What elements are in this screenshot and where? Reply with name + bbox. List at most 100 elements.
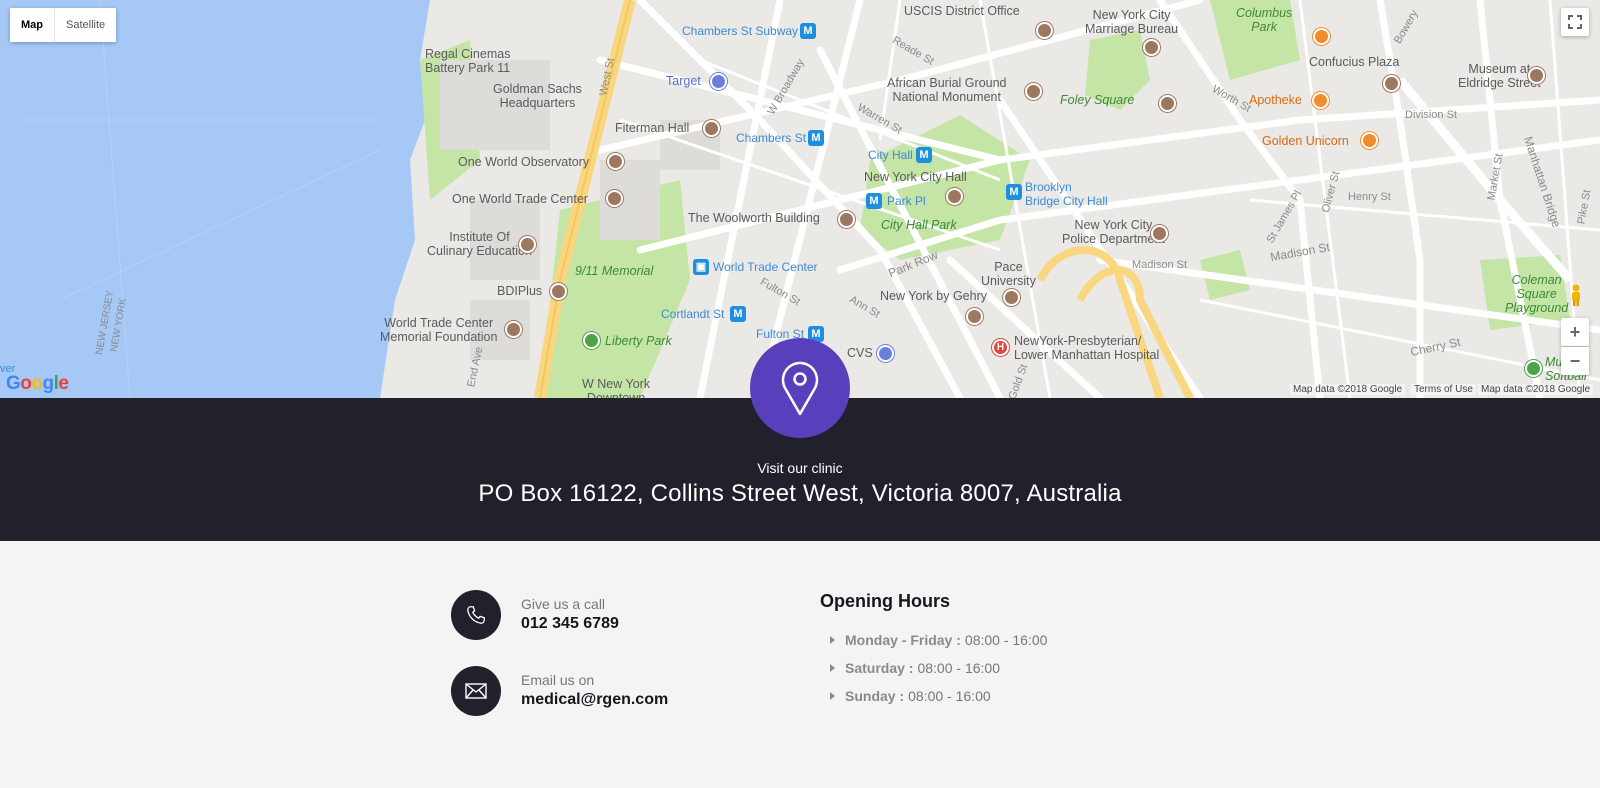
place-pin-icon bbox=[1143, 39, 1160, 56]
map-label-presbyterian: NewYork-Presbyterian/Lower Manhattan Hos… bbox=[1014, 334, 1160, 362]
map-label-foley: Foley Square bbox=[1060, 93, 1135, 107]
map-label-confucius: Confucius Plaza bbox=[1309, 55, 1400, 69]
hours-time: 08:00 - 16:00 bbox=[917, 660, 1000, 676]
bar-pin-icon bbox=[1312, 92, 1329, 109]
map-label-division-st: Division St bbox=[1405, 109, 1457, 121]
target-pin-icon bbox=[710, 73, 727, 90]
email-address[interactable]: medical@rgen.com bbox=[521, 689, 668, 711]
landmark-pin-icon bbox=[838, 211, 855, 228]
caret-right-icon bbox=[830, 692, 835, 700]
museum-pin-icon bbox=[1528, 67, 1545, 84]
school-pin-icon bbox=[519, 236, 536, 253]
map-label-gehry: New York by Gehry bbox=[880, 289, 987, 303]
map-label-wtc-metro: World Trade Center bbox=[713, 260, 818, 274]
map-label-city-hall-metro: City Hall bbox=[868, 148, 913, 162]
contact-section: Give us a call 012 345 6789 Email us on … bbox=[0, 541, 1600, 788]
map-label-chambers-subway: Chambers St Subway bbox=[682, 24, 799, 38]
map-label-liberty-park: Liberty Park bbox=[605, 334, 672, 348]
map-label-brooklyn-bridge: Brooklyn Bridge City Hall bbox=[1025, 180, 1108, 208]
place-pin-icon bbox=[505, 321, 522, 338]
monument-pin-icon bbox=[1025, 83, 1042, 100]
hours-item: Sunday :08:00 - 16:00 bbox=[820, 688, 1047, 704]
place-pin-icon bbox=[1383, 75, 1400, 92]
zoom-in-button[interactable]: + bbox=[1561, 318, 1589, 346]
map-label-henry-st: Henry St bbox=[1348, 191, 1391, 203]
place-pin-icon bbox=[550, 283, 567, 300]
school-pin-icon bbox=[1003, 289, 1020, 306]
location-marker-badge bbox=[750, 338, 850, 438]
map-label-bdiplus: BDIPlus bbox=[497, 284, 543, 298]
park-pin-icon bbox=[1525, 360, 1542, 377]
restaurant-pin-icon bbox=[1361, 132, 1378, 149]
shop-pin-icon bbox=[877, 345, 894, 362]
map-label-goldman: Goldman Sachs Headquarters bbox=[493, 82, 582, 110]
train-icon: ▣ bbox=[693, 259, 709, 275]
map-label-one-wtc: One World Trade Center bbox=[452, 192, 588, 206]
envelope-icon bbox=[465, 683, 487, 699]
map-label-911: 9/11 Memorial bbox=[575, 264, 654, 278]
hours-time: 08:00 - 16:00 bbox=[908, 688, 991, 704]
hours-item: Saturday :08:00 - 16:00 bbox=[820, 660, 1047, 676]
pegman-button[interactable] bbox=[1563, 282, 1589, 308]
map-type-control[interactable]: Map Satellite bbox=[10, 8, 117, 42]
camera-pin-icon bbox=[607, 153, 624, 170]
map-label-nyc-hall: New York City Hall bbox=[864, 170, 967, 184]
subway-icon: M bbox=[808, 130, 824, 146]
phone-label: Give us a call bbox=[521, 596, 606, 612]
zoom-out-button[interactable]: − bbox=[1561, 347, 1589, 375]
fullscreen-button[interactable] bbox=[1561, 8, 1589, 36]
phone-contact: Give us a call 012 345 6789 bbox=[451, 590, 619, 640]
map-type-map-button[interactable]: Map bbox=[10, 8, 54, 42]
map-pin-icon bbox=[781, 361, 819, 416]
map-label-wtc-memorial: World Trade Center Memorial Foundation bbox=[380, 316, 498, 344]
park-pin-icon bbox=[583, 332, 600, 349]
map-label-nyc-police: New York City Police Department bbox=[1062, 218, 1165, 246]
map-label-uscis: USCIS District Office bbox=[904, 4, 1020, 18]
police-pin-icon bbox=[1151, 225, 1168, 242]
email-icon-badge bbox=[451, 666, 501, 716]
map-label-target: Target bbox=[666, 74, 701, 88]
subway-icon: M bbox=[800, 23, 816, 39]
map-label-madison-st-2: Madison St bbox=[1132, 259, 1188, 271]
restaurant-pin-icon bbox=[1313, 28, 1330, 45]
email-contact: Email us on medical@rgen.com bbox=[451, 666, 668, 716]
hospital-pin-icon: H bbox=[992, 339, 1009, 356]
map-label-coleman: Coleman Square Playground bbox=[1505, 273, 1569, 315]
hours-list: Monday - Friday :08:00 - 16:00 Saturday … bbox=[820, 632, 1047, 704]
map-label-golden-unicorn: Golden Unicorn bbox=[1262, 134, 1349, 148]
map-label-fiterman: Fiterman Hall bbox=[615, 121, 690, 135]
map-label-woolworth: The Woolworth Building bbox=[688, 211, 820, 225]
subway-icon: M bbox=[1006, 184, 1022, 200]
phone-icon-badge bbox=[451, 590, 501, 640]
phone-icon bbox=[467, 606, 485, 624]
place-pin-icon bbox=[606, 190, 623, 207]
map-label-african-burial: African Burial Ground National Monument bbox=[887, 76, 1007, 104]
map-label-pace: Pace University bbox=[981, 260, 1036, 288]
map-label-regal: Regal Cinemas Battery Park 11 bbox=[425, 47, 511, 75]
caret-right-icon bbox=[830, 636, 835, 644]
map-label-cortlandt: Cortlandt St bbox=[661, 307, 725, 321]
hours-day: Saturday : bbox=[845, 660, 914, 676]
terms-of-use-link[interactable]: Terms of Use bbox=[1411, 384, 1476, 395]
map-label-chambers-st: Chambers St bbox=[736, 131, 807, 145]
map-type-satellite-button[interactable]: Satellite bbox=[54, 8, 117, 42]
map-data-attribution-right: Map data ©2018 Google bbox=[1478, 384, 1594, 395]
caret-right-icon bbox=[830, 664, 835, 672]
place-pin-icon bbox=[1159, 95, 1176, 112]
map-label-apotheke: Apotheke bbox=[1249, 93, 1302, 107]
clinic-address: PO Box 16122, Collins Street West, Victo… bbox=[478, 480, 1122, 507]
pegman-icon bbox=[1572, 284, 1580, 306]
place-pin-icon bbox=[1036, 22, 1053, 39]
place-pin-icon bbox=[966, 308, 983, 325]
opening-hours: Opening Hours Monday - Friday :08:00 - 1… bbox=[820, 591, 1047, 716]
map-label-institute: Institute Of Culinary Education bbox=[427, 230, 532, 258]
hours-day: Monday - Friday : bbox=[845, 632, 961, 648]
place-pin-icon bbox=[946, 188, 963, 205]
phone-number[interactable]: 012 345 6789 bbox=[521, 613, 619, 635]
place-pin-icon bbox=[703, 120, 720, 137]
hours-time: 08:00 - 16:00 bbox=[964, 632, 1048, 648]
google-logo[interactable]: Google bbox=[6, 373, 69, 395]
hours-item: Monday - Friday :08:00 - 16:00 bbox=[820, 632, 1047, 648]
fullscreen-icon bbox=[1568, 15, 1582, 29]
hours-day: Sunday : bbox=[845, 688, 905, 704]
